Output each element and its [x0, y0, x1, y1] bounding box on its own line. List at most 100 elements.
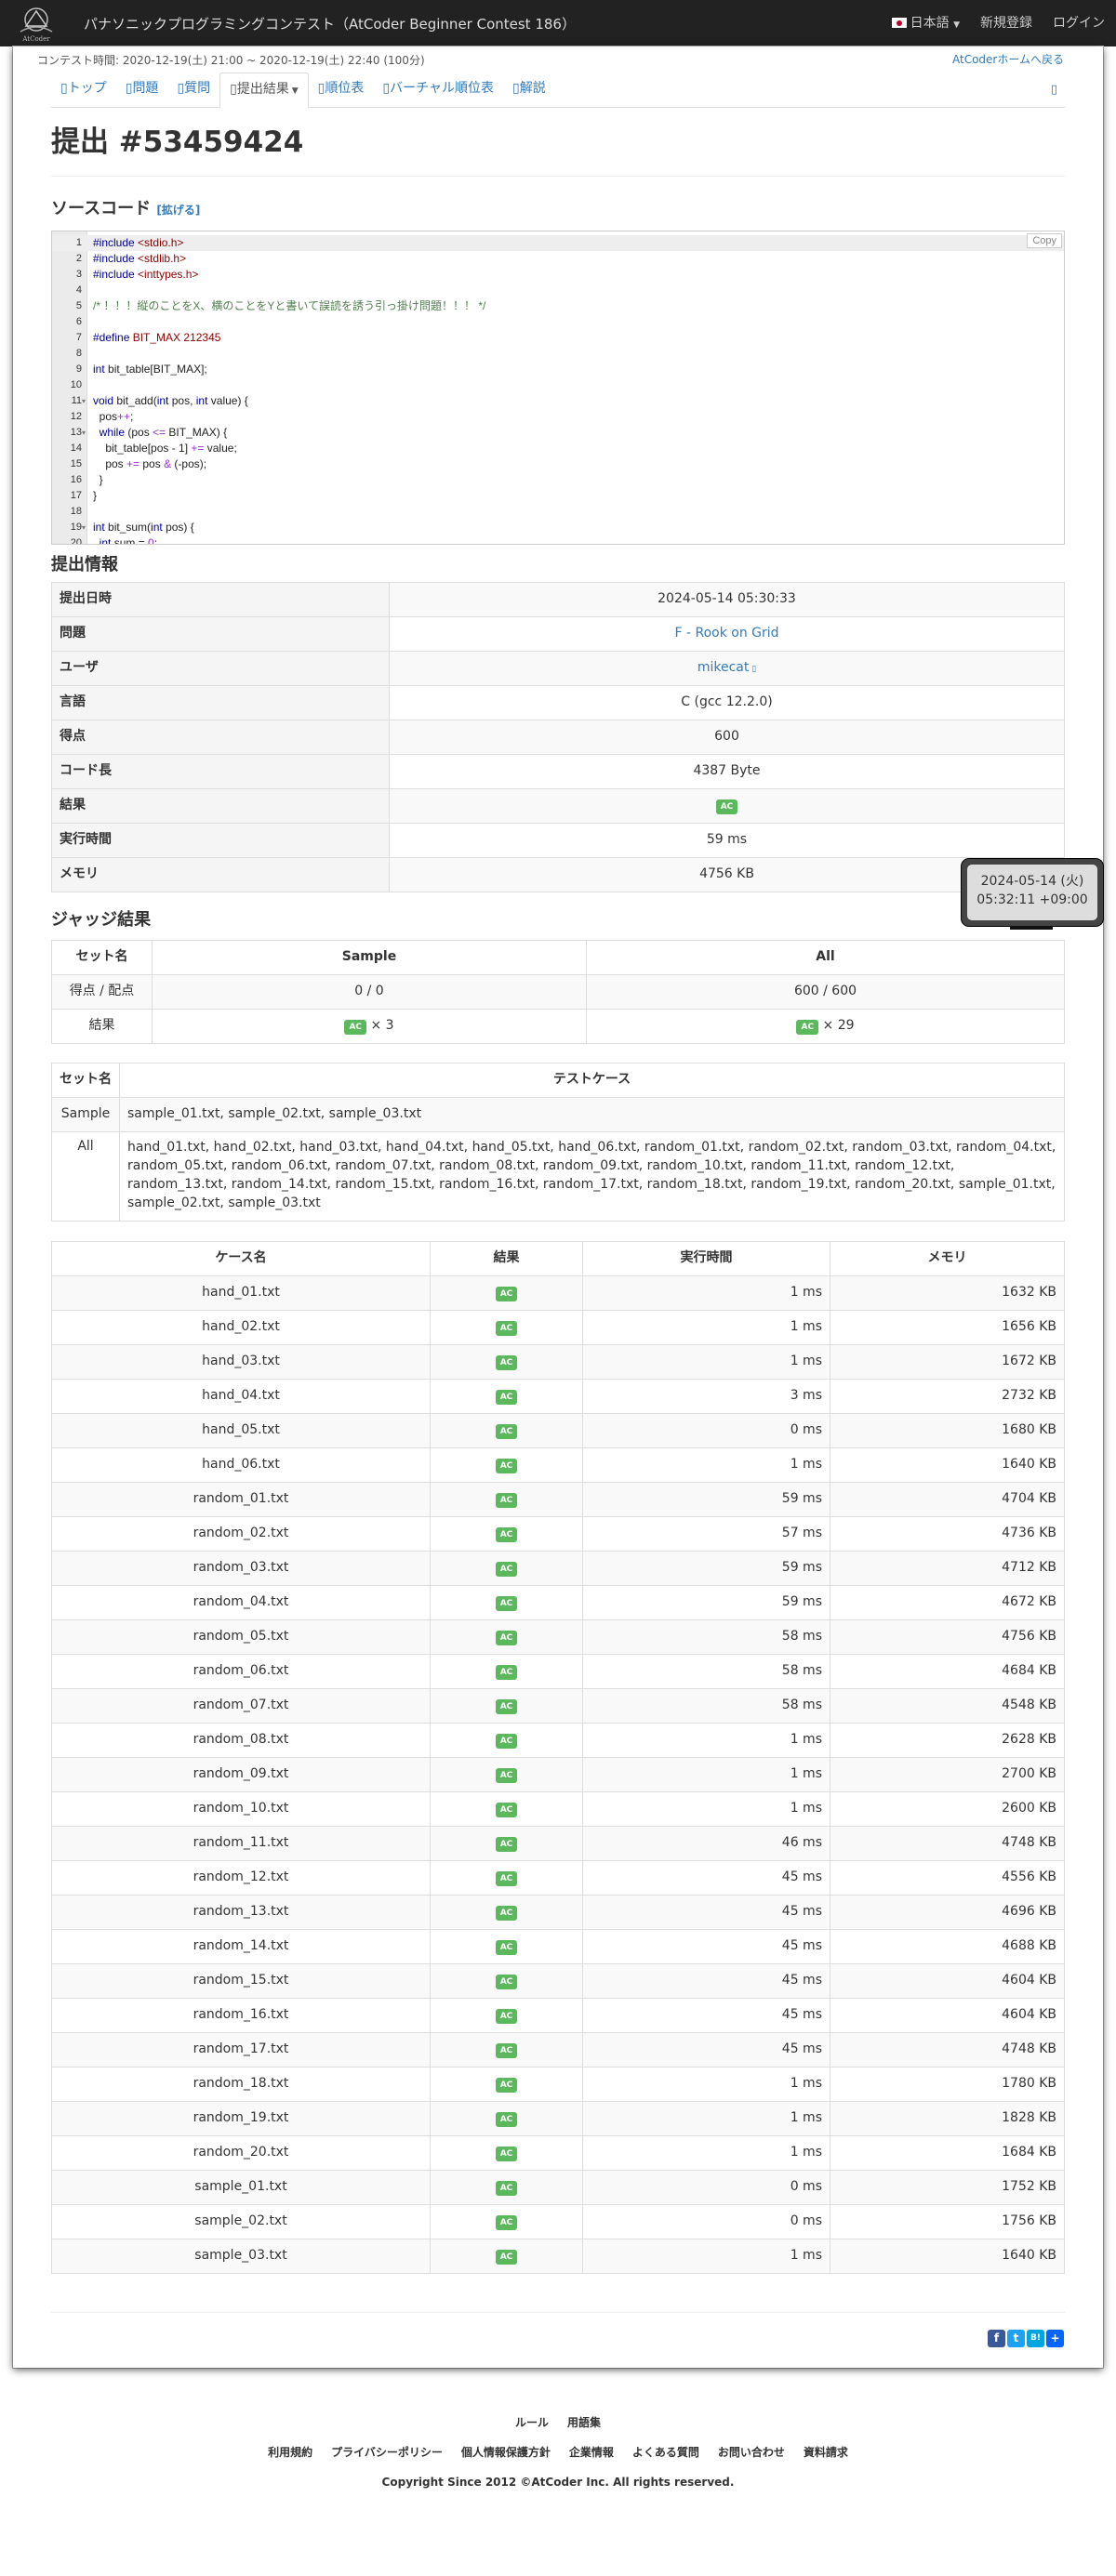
line-number: 5 — [75, 300, 82, 311]
info-value: 4387 Byte — [389, 754, 1065, 789]
tab-editorial[interactable]: ▯解説 — [503, 73, 555, 108]
twitter-icon[interactable]: t — [1007, 2330, 1025, 2347]
ac-badge: AC — [495, 2078, 518, 2094]
case-memory: 2628 KB — [830, 1723, 1065, 1758]
table-row: sample_03.txt AC 1 ms 1640 KB — [51, 2239, 1065, 2274]
language-selector[interactable]: 日本語 ▼ — [891, 15, 960, 33]
ac-badge: AC — [495, 1459, 518, 1474]
case-name: random_03.txt — [51, 1551, 431, 1586]
ac-badge: AC — [495, 2147, 518, 2162]
case-time: 0 ms — [582, 1413, 830, 1448]
case-memory: 4748 KB — [830, 1826, 1065, 1861]
source-code-editor[interactable]: 1 #include <stdio.h> 2 #include <stdlib.h> 3… — [51, 231, 1065, 545]
case-result: AC — [430, 2135, 583, 2171]
footer-link[interactable]: お問い合わせ — [718, 2437, 785, 2467]
user-profile-icon[interactable]: ▯ — [749, 665, 756, 674]
code-line: 7 #define BIT_MAX 212345 — [52, 330, 1064, 346]
tab-submissions[interactable]: ▯提出結果 ▼ — [219, 73, 309, 109]
case-memory: 4604 KB — [830, 1963, 1065, 1999]
code-text: int bit_table[BIT_MAX]; — [93, 363, 207, 376]
table-row: random_07.txt AC 58 ms 4548 KB — [51, 1688, 1065, 1724]
sample-result: AC × 3 — [152, 1009, 587, 1044]
case-result: AC — [430, 1619, 583, 1655]
code-line: 17} — [52, 488, 1064, 504]
line-number: 12 — [70, 411, 82, 422]
table-header: セット名 — [51, 940, 153, 975]
tab-virtual-standings[interactable]: ▯バーチャル順位表 — [373, 73, 503, 108]
fold-arrow-icon[interactable]: ▾ — [82, 520, 86, 535]
hatena-icon[interactable]: B! — [1027, 2330, 1044, 2347]
tab-top[interactable]: ▯トップ — [51, 73, 116, 108]
share-buttons: f t B! + — [988, 2330, 1064, 2347]
case-name: hand_02.txt — [51, 1310, 431, 1345]
menu-toggle-icon[interactable]: ▯ — [1051, 82, 1057, 99]
case-time: 45 ms — [582, 2032, 830, 2067]
footer-link[interactable]: 資料請求 — [804, 2437, 848, 2467]
case-time: 1 ms — [582, 1310, 830, 1345]
case-memory: 4556 KB — [830, 1860, 1065, 1896]
case-time: 45 ms — [582, 1998, 830, 2033]
fold-arrow-icon[interactable]: ▾ — [82, 425, 86, 441]
virtual-standings-icon: ▯ — [382, 81, 391, 96]
table-row: sample_01.txt AC 0 ms 1752 KB — [51, 2170, 1065, 2205]
signup-link[interactable]: 新規登録 — [980, 15, 1032, 33]
code-line: 6 — [52, 314, 1064, 330]
footer-link[interactable]: 利用規約 — [268, 2437, 312, 2467]
info-value: F - Rook on Grid — [389, 616, 1065, 652]
table-header: ケース名 — [51, 1241, 431, 1276]
ac-badge: AC — [495, 2215, 518, 2231]
problem-link[interactable]: F - Rook on Grid — [674, 626, 778, 641]
line-number: 2 — [75, 253, 82, 264]
login-link[interactable]: ログイン — [1053, 15, 1105, 33]
footer-link[interactable]: ルール — [515, 2408, 549, 2437]
line-number: 13 — [70, 427, 82, 438]
case-memory: 1752 KB — [830, 2170, 1065, 2205]
ac-badge: AC — [495, 1837, 518, 1853]
info-label: ユーザ — [51, 651, 390, 686]
table-row: random_17.txt AC 45 ms 4748 KB — [51, 2032, 1065, 2067]
expand-code-button[interactable]: [拡げる] — [156, 204, 200, 217]
case-time: 1 ms — [582, 1344, 830, 1380]
code-text: while (pos <= BIT_MAX) { — [99, 426, 228, 439]
table-row: random_13.txt AC 45 ms 4696 KB — [51, 1895, 1065, 1930]
footer-link[interactable]: 個人情報保護方針 — [461, 2437, 551, 2467]
code-text: #include <stdlib.h> — [93, 252, 187, 265]
table-row: random_11.txt AC 46 ms 4748 KB — [51, 1826, 1065, 1861]
case-name: random_15.txt — [51, 1963, 431, 1999]
case-name: random_11.txt — [51, 1826, 431, 1861]
tab-clarifications[interactable]: ▯質問 — [167, 73, 219, 108]
info-label: 実行時間 — [51, 823, 390, 858]
user-link[interactable]: mikecat — [698, 660, 750, 675]
fold-arrow-icon[interactable]: ▾ — [82, 393, 86, 409]
contest-title[interactable]: パナソニックプログラミングコンテスト（AtCoder Beginner Cont… — [84, 15, 576, 34]
tab-tasks[interactable]: ▯問題 — [116, 73, 168, 108]
case-time: 59 ms — [582, 1551, 830, 1586]
copy-button[interactable]: Copy — [1027, 233, 1062, 248]
ac-badge: AC — [495, 1355, 518, 1371]
code-text: int bit_sum(int pos) { — [93, 521, 194, 534]
case-name: sample_01.txt — [51, 2170, 431, 2205]
share-plus-icon[interactable]: + — [1046, 2330, 1064, 2347]
table-header: メモリ — [830, 1241, 1065, 1276]
footer-link[interactable]: 企業情報 — [569, 2437, 614, 2467]
atcoder-logo-icon[interactable]: AtCoder — [11, 4, 61, 43]
facebook-icon[interactable]: f — [988, 2330, 1005, 2347]
tab-standings[interactable]: ▯順位表 — [309, 73, 374, 108]
case-name: hand_01.txt — [51, 1275, 431, 1311]
testcase-results-table: ケース名 結果 実行時間 メモリ hand_01.txt AC 1 ms 1632 K… — [51, 1241, 1065, 2274]
info-value: mikecat ▯ — [389, 651, 1065, 686]
info-label: 言語 — [51, 685, 390, 720]
footer-link[interactable]: よくある質問 — [632, 2437, 699, 2467]
case-result: AC — [430, 2032, 583, 2067]
info-value[interactable]: 2024-05-14 05:30:33 — [389, 582, 1065, 617]
case-memory: 4712 KB — [830, 1551, 1065, 1586]
table-row: random_04.txt AC 59 ms 4672 KB — [51, 1585, 1065, 1620]
footer-link[interactable]: 用語集 — [567, 2408, 601, 2437]
atcoder-home-link[interactable]: AtCoderホームへ戻る — [952, 52, 1064, 68]
line-number: 8 — [75, 348, 82, 359]
score-label: 得点 / 配点 — [51, 974, 153, 1010]
ac-badge: AC — [495, 1871, 518, 1887]
footer-link[interactable]: プライバシーポリシー — [331, 2437, 443, 2467]
case-memory: 4672 KB — [830, 1585, 1065, 1620]
table-row: random_16.txt AC 45 ms 4604 KB — [51, 1998, 1065, 2033]
